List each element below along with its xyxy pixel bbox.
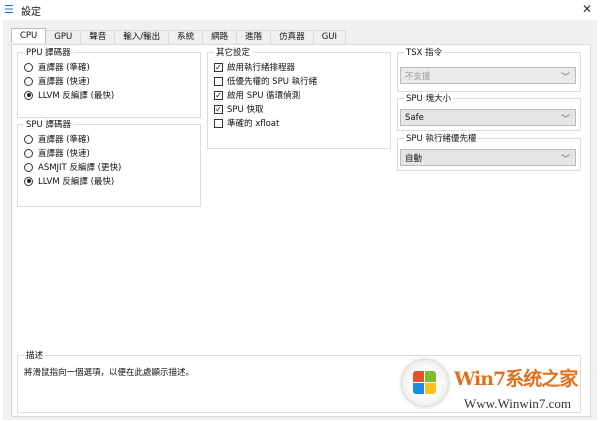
watermark-brand: Win7系统之家 (454, 368, 578, 390)
title-bar: ☰ 設定 ✕ (0, 0, 600, 20)
tab-advanced[interactable]: 進階 (236, 30, 272, 44)
option-label: 直譯器 (快速) (38, 77, 90, 87)
other-settings-label: 其它設定 (214, 46, 253, 58)
tab-system[interactable]: 系統 (168, 30, 204, 44)
checkbox-label: 啟用執行緒排程器 (227, 63, 296, 73)
tab-audio[interactable]: 聲音 (80, 30, 116, 44)
chevron-down-icon: ﹀ (560, 73, 570, 83)
close-button[interactable]: ✕ (582, 2, 592, 16)
option-label: LLVM 反編譯 (最快) (38, 177, 115, 187)
spu-option-asmjit[interactable]: ASMJIT 反編譯 (更快) (24, 160, 200, 174)
radio-selected-icon (24, 90, 33, 100)
spu-block-size-select[interactable]: Safe ﹀ (400, 109, 576, 126)
spu-thread-priority-label: SPU 執行緒優先權 (404, 132, 479, 144)
windows-logo-icon (402, 360, 448, 406)
spu-option-interpreter-precise[interactable]: 直譯器 (準確) (24, 132, 200, 146)
spu-block-size-group: SPU 塊大小 Safe ﹀ (397, 92, 581, 131)
checkbox-icon (214, 118, 223, 128)
chevron-down-icon: ﹀ (560, 115, 570, 125)
checkbox-thread-scheduler[interactable]: ✓ 啟用執行緒排程器 (214, 60, 390, 74)
chevron-down-icon: ﹀ (560, 155, 570, 165)
radio-icon (24, 134, 33, 144)
radio-icon (24, 62, 33, 72)
checkbox-label: 低優先權的 SPU 執行緒 (227, 77, 318, 87)
ppu-decoder-label: PPU 譯碼器 (24, 46, 73, 58)
option-label: 直譯器 (準確) (38, 63, 90, 73)
spu-option-llvm[interactable]: LLVM 反編譯 (最快) (24, 174, 200, 188)
checkbox-label: 準確的 xfloat (227, 119, 280, 129)
checkbox-label: SPU 快取 (227, 105, 264, 115)
checkbox-checked-icon: ✓ (214, 90, 223, 100)
tab-gpu[interactable]: GPU (45, 30, 82, 44)
checkbox-low-priority-spu[interactable]: 低優先權的 SPU 執行緒 (214, 74, 390, 88)
spu-block-size-label: SPU 塊大小 (404, 92, 453, 104)
ppu-decoder-group: PPU 譯碼器 直譯器 (準確) 直譯器 (快速) LLVM 反編譯 (最快) (17, 46, 201, 118)
watermark-url: Www.Winwin7.com (464, 396, 571, 411)
tsx-group: TSX 指令 不支援 ﹀ (397, 46, 581, 92)
window-title: 設定 (21, 6, 41, 18)
checkbox-checked-icon: ✓ (214, 104, 223, 114)
spu-decoder-label: SPU 譯碼器 (24, 118, 73, 130)
tab-bar: CPU GPU 聲音 輸入/輸出 系統 網路 進階 仿真器 GUI (11, 28, 347, 44)
ppu-option-llvm[interactable]: LLVM 反編譯 (最快) (24, 88, 200, 102)
tsx-select[interactable]: 不支援 ﹀ (400, 67, 576, 84)
option-label: ASMJIT 反編譯 (更快) (38, 163, 122, 173)
ppu-option-interpreter-precise[interactable]: 直譯器 (準確) (24, 60, 200, 74)
spu-thread-priority-select[interactable]: 自動 ﹀ (400, 149, 576, 166)
tab-io[interactable]: 輸入/輸出 (114, 30, 170, 44)
app-icon: ☰ (4, 3, 14, 16)
select-value: Safe (405, 112, 424, 123)
spu-decoder-group: SPU 譯碼器 直譯器 (準確) 直譯器 (快速) ASMJIT 反編譯 (更快… (17, 118, 201, 207)
checkbox-icon (214, 76, 223, 86)
description-label: 描述 (24, 349, 46, 361)
tab-cpu[interactable]: CPU (11, 28, 47, 43)
checkbox-label: 啟用 SPU 循環偵測 (227, 91, 301, 101)
radio-icon (24, 76, 33, 86)
tab-network[interactable]: 網路 (202, 30, 238, 44)
select-value: 不支援 (405, 71, 431, 82)
radio-icon (24, 162, 33, 172)
description-text: 將滑鼠指向一個選項，以便在此處顯示描述。 (24, 368, 195, 378)
tab-emulator[interactable]: 仿真器 (270, 30, 314, 44)
checkbox-spu-loop-detection[interactable]: ✓ 啟用 SPU 循環偵測 (214, 88, 390, 102)
radio-icon (24, 148, 33, 158)
ppu-option-interpreter-fast[interactable]: 直譯器 (快速) (24, 74, 200, 88)
checkbox-checked-icon: ✓ (214, 62, 223, 72)
option-label: LLVM 反編譯 (最快) (38, 91, 115, 101)
tsx-label: TSX 指令 (404, 46, 445, 58)
other-settings-group: 其它設定 ✓ 啟用執行緒排程器 低優先權的 SPU 執行緒 ✓ 啟用 SPU 循環偵… (207, 46, 391, 149)
radio-selected-icon (24, 176, 33, 186)
tab-gui[interactable]: GUI (312, 30, 347, 44)
checkbox-accurate-xfloat[interactable]: 準確的 xfloat (214, 116, 390, 130)
spu-thread-priority-group: SPU 執行緒優先權 自動 ﹀ (397, 132, 581, 171)
spu-option-interpreter-fast[interactable]: 直譯器 (快速) (24, 146, 200, 160)
option-label: 直譯器 (快速) (38, 149, 90, 159)
option-label: 直譯器 (準確) (38, 135, 90, 145)
watermark: Win7系统之家 Www.Winwin7.com (398, 352, 598, 420)
checkbox-spu-cache[interactable]: ✓ SPU 快取 (214, 102, 390, 116)
select-value: 自動 (405, 153, 423, 164)
